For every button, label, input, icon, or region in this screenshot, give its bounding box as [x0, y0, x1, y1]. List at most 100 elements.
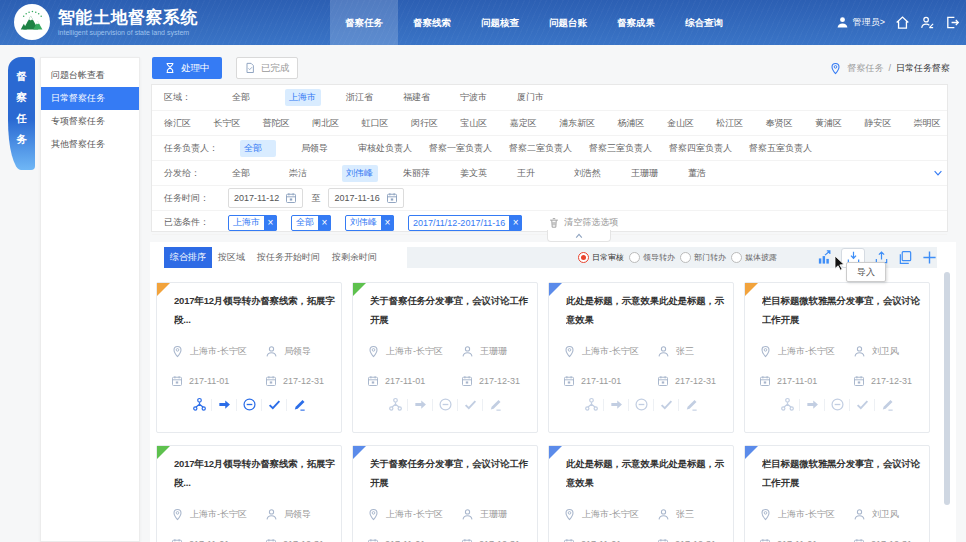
edit-action-icon[interactable] — [875, 397, 899, 412]
breadcrumb-root[interactable]: 督察任务 — [847, 62, 883, 75]
leader-item-3[interactable]: 审核处负责人 — [354, 140, 416, 157]
nav-item-2[interactable]: 督察线索 — [398, 0, 466, 45]
district-item-3[interactable]: 普陀区 — [263, 115, 290, 132]
sidebar-tab-supervision-task[interactable]: 督察任务 — [8, 57, 35, 170]
forward-action-icon[interactable] — [408, 397, 432, 412]
suspend-action-icon[interactable] — [825, 397, 849, 412]
tag-close-icon[interactable]: × — [264, 215, 277, 231]
processing-tab[interactable]: 处理中 — [152, 57, 222, 79]
dispatch-action-icon[interactable] — [579, 397, 603, 412]
copy-icon[interactable] — [898, 250, 913, 265]
edit-action-icon[interactable] — [287, 397, 311, 412]
nav-item-4[interactable]: 问题台账 — [534, 0, 602, 45]
assignee-expand-icon[interactable] — [932, 167, 944, 179]
done-tab[interactable]: 已完成 — [236, 57, 298, 79]
leader-item-7[interactable]: 督察四室负责人 — [665, 140, 736, 157]
district-item-11[interactable]: 金山区 — [667, 115, 694, 132]
assignee-item-8[interactable]: 王珊珊 — [627, 165, 663, 182]
complete-action-icon[interactable] — [458, 397, 482, 412]
leader-item-1[interactable]: 全部 — [240, 140, 276, 157]
sidebar-item-1[interactable]: 问题台帐查看 — [41, 64, 139, 87]
tag-close-icon[interactable]: × — [509, 215, 522, 231]
task-card-1[interactable]: 2017年12月领导转办督察线索，拓展字段...上海市-长宁区局领导217-11… — [156, 282, 342, 433]
assignee-item-3[interactable]: 刘伟峰 — [342, 165, 378, 182]
filter-collapse-button[interactable] — [547, 230, 611, 242]
assignee-item-5[interactable]: 姜文英 — [456, 165, 492, 182]
profile-icon[interactable] — [920, 15, 935, 30]
radio-1[interactable]: 日常审核 — [578, 252, 624, 263]
filter-tag-2[interactable]: 全部× — [291, 215, 331, 231]
assignee-item-1[interactable]: 全部 — [228, 165, 264, 182]
task-card-6[interactable]: 关于督察任务分发事宜，会议讨论工作开展上海市-长宁区王珊珊217-11-0121… — [352, 445, 538, 542]
district-item-14[interactable]: 黄浦区 — [815, 115, 842, 132]
filter-tag-3[interactable]: 刘伟峰× — [345, 215, 394, 231]
dispatch-action-icon[interactable] — [775, 397, 799, 412]
suspend-action-icon[interactable] — [237, 397, 261, 412]
assignee-item-2[interactable]: 崇洁 — [285, 165, 321, 182]
assignee-item-7[interactable]: 刘浩然 — [570, 165, 606, 182]
nav-item-1[interactable]: 督察任务 — [330, 0, 398, 45]
assignee-item-6[interactable]: 王升 — [513, 165, 549, 182]
leader-item-6[interactable]: 督察三室负责人 — [585, 140, 656, 157]
suspend-action-icon[interactable] — [433, 397, 457, 412]
dispatch-action-icon[interactable] — [187, 397, 211, 412]
task-card-3[interactable]: 此处是标题，示意效果此处是标题，示意效果上海市-长宁区张三217-11-0121… — [548, 282, 734, 433]
leader-item-2[interactable]: 局领导 — [297, 140, 333, 157]
complete-action-icon[interactable] — [654, 397, 678, 412]
district-item-10[interactable]: 杨浦区 — [618, 115, 645, 132]
vertical-scrollbar[interactable] — [944, 272, 950, 505]
forward-action-icon[interactable] — [604, 397, 628, 412]
forward-action-icon[interactable] — [800, 397, 824, 412]
home-icon[interactable] — [895, 15, 910, 30]
complete-action-icon[interactable] — [850, 397, 874, 412]
user-menu[interactable]: 管理员> — [836, 16, 885, 29]
nav-item-3[interactable]: 问题核查 — [466, 0, 534, 45]
tag-close-icon[interactable]: × — [381, 215, 394, 231]
region-item-6[interactable]: 厦门市 — [513, 89, 549, 106]
district-item-6[interactable]: 闵行区 — [411, 115, 438, 132]
tag-close-icon[interactable]: × — [318, 215, 331, 231]
suspend-action-icon[interactable] — [629, 397, 653, 412]
edit-action-icon[interactable] — [483, 397, 507, 412]
nav-item-6[interactable]: 综合查询 — [670, 0, 738, 45]
sort-tab-3[interactable]: 按任务开始时间 — [251, 247, 326, 268]
region-item-4[interactable]: 福建省 — [399, 89, 435, 106]
date-to-input[interactable]: 2017-11-16 — [328, 188, 403, 208]
district-item-13[interactable]: 奉贤区 — [766, 115, 793, 132]
leader-item-5[interactable]: 督察二室负责人 — [505, 140, 576, 157]
region-item-3[interactable]: 浙江省 — [342, 89, 378, 106]
sidebar-item-4[interactable]: 其他督察任务 — [41, 133, 139, 156]
district-item-12[interactable]: 松江区 — [716, 115, 743, 132]
district-item-8[interactable]: 嘉定区 — [510, 115, 537, 132]
region-item-1[interactable]: 全部 — [228, 89, 264, 106]
dispatch-action-icon[interactable] — [383, 397, 407, 412]
sort-tab-4[interactable]: 按剩余时间 — [326, 247, 383, 268]
sort-tab-2[interactable]: 按区域 — [212, 247, 251, 268]
district-item-5[interactable]: 虹口区 — [362, 115, 389, 132]
nav-item-5[interactable]: 督察成果 — [602, 0, 670, 45]
task-card-8[interactable]: 栏目标题微软雅黑分发事宜，会议讨论工作开展上海市-长宁区刘卫风217-11-01… — [744, 445, 930, 542]
edit-action-icon[interactable] — [679, 397, 703, 412]
district-item-15[interactable]: 静安区 — [864, 115, 891, 132]
task-card-5[interactable]: 2017年12月领导转办督察线索，拓展字段...上海市-长宁区局领导217-11… — [156, 445, 342, 542]
leader-item-8[interactable]: 督察五室负责人 — [745, 140, 816, 157]
radio-4[interactable]: 媒体披露 — [731, 252, 777, 263]
forward-action-icon[interactable] — [212, 397, 236, 412]
task-card-2[interactable]: 关于督察任务分发事宜，会议讨论工作开展上海市-长宁区王珊珊217-11-0121… — [352, 282, 538, 433]
region-item-5[interactable]: 宁波市 — [456, 89, 492, 106]
sort-tab-1[interactable]: 综合排序 — [164, 247, 212, 268]
district-item-4[interactable]: 闸北区 — [312, 115, 339, 132]
district-item-1[interactable]: 徐汇区 — [164, 115, 191, 132]
complete-action-icon[interactable] — [262, 397, 286, 412]
filter-tag-1[interactable]: 上海市× — [228, 215, 277, 231]
leader-item-4[interactable]: 督察一室负责人 — [425, 140, 496, 157]
sidebar-item-2[interactable]: 日常督察任务 — [41, 87, 139, 110]
district-item-9[interactable]: 浦东新区 — [559, 115, 595, 132]
assignee-item-4[interactable]: 朱丽萍 — [399, 165, 435, 182]
logout-icon[interactable] — [945, 15, 960, 30]
chart-icon[interactable] — [817, 250, 832, 265]
date-from-input[interactable]: 2017-11-12 — [228, 188, 303, 208]
clear-filters-button[interactable]: 清空筛选选项 — [548, 216, 618, 229]
district-item-2[interactable]: 长宁区 — [213, 115, 240, 132]
region-item-2[interactable]: 上海市 — [285, 89, 321, 106]
